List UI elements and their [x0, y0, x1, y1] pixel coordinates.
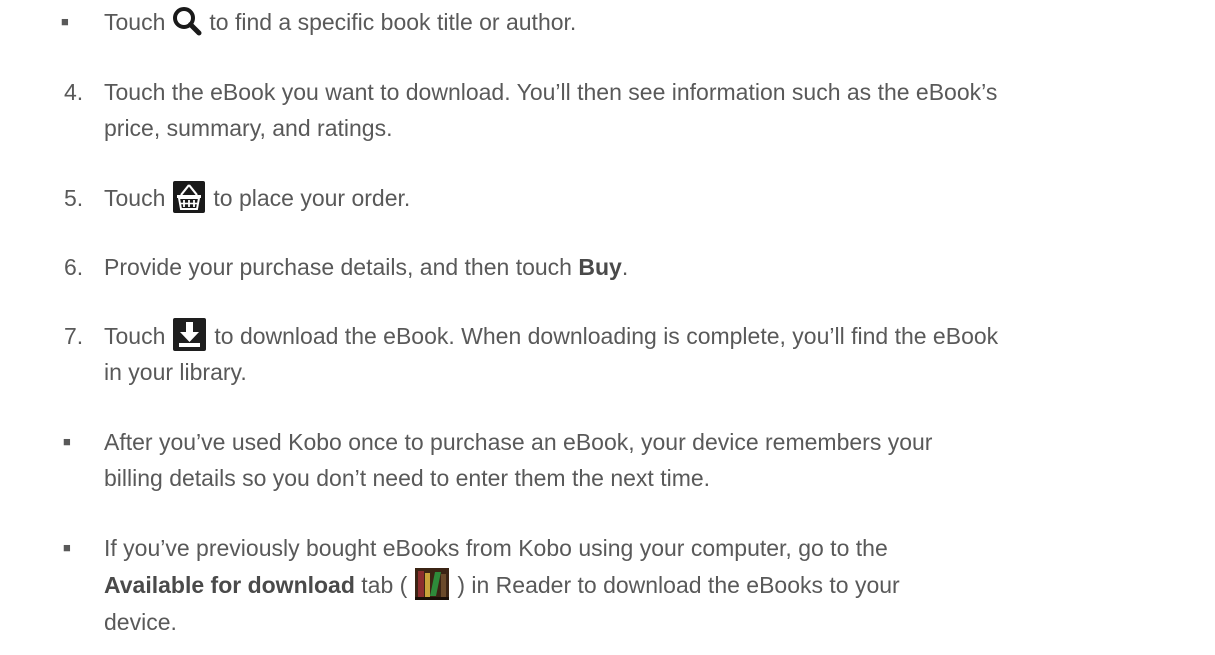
step-4-line2: price, summary, and ratings. [104, 115, 393, 141]
step-4: 4. Touch the eBook you want to download.… [0, 74, 1215, 146]
step-5: 5. Touch to place your order. [0, 180, 1215, 216]
step-5-after: to place your order. [213, 185, 411, 211]
bullet-kobo-billing: ■ After you’ve used Kobo once to purchas… [0, 424, 1215, 496]
bullet-search-tip: ■ Touch to find a specific book title or… [0, 4, 1215, 40]
step-7-after: to download the eBook. When downloading … [214, 323, 999, 349]
buy-label: Buy [578, 254, 622, 280]
bullet-available-line1: If you’ve previously bought eBooks from … [104, 535, 888, 561]
bullet-search-before: Touch [104, 9, 166, 35]
bullet-available-after: ) in Reader to download the eBooks to yo… [457, 572, 900, 598]
bullet-available-mid: tab ( [361, 572, 408, 598]
library-icon [415, 567, 450, 600]
step-5-text: Touch to place your order. [104, 180, 410, 216]
bullet-marker: ■ [61, 14, 69, 29]
step-number: 5. [64, 185, 84, 211]
bullet-available-line2: Available for download tab ( ) in Reader… [104, 567, 900, 603]
step-number: 7. [64, 323, 84, 349]
step-6-before: Provide your purchase details, and then … [104, 254, 572, 280]
bullet-marker: ■ [63, 540, 71, 555]
step-6-after: . [621, 254, 629, 280]
search-icon [171, 5, 203, 37]
bullet-kobo-line2: billing details so you don’t need to ent… [104, 465, 711, 491]
step-6: 6. Provide your purchase details, and th… [0, 249, 1215, 285]
step-7-line2: in your library. [104, 359, 247, 385]
bullet-search-after: to find a specific book title or author. [209, 9, 577, 35]
shopping-basket-icon [173, 180, 206, 213]
step-5-before: Touch [104, 185, 166, 211]
step-7: 7. Touch to download the eBook. When dow… [0, 318, 1215, 390]
bullet-marker: ■ [63, 434, 71, 449]
bullet-kobo-line1: After you’ve used Kobo once to purchase … [104, 429, 933, 455]
available-for-download-label: Available for download [104, 572, 355, 598]
download-icon [173, 318, 207, 352]
step-4-line1: Touch the eBook you want to download. Yo… [104, 79, 998, 105]
bullet-search-text: Touch to find a specific book title or a… [104, 4, 576, 40]
step-number: 4. [64, 79, 84, 105]
step-7-line1: Touch to download the eBook. When downlo… [104, 318, 998, 354]
bullet-available-line3: device. [104, 609, 177, 635]
step-6-text: Provide your purchase details, and then … [104, 249, 628, 285]
bullet-available-download: ■ If you’ve previously bought eBooks fro… [0, 530, 1215, 640]
step-7-before: Touch [104, 323, 166, 349]
step-number: 6. [64, 254, 84, 280]
